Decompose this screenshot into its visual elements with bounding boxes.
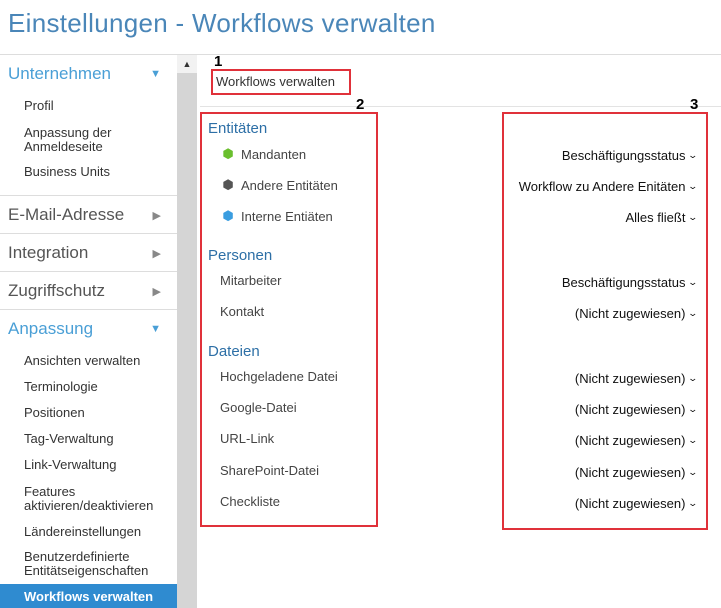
row-label: SharePoint-Datei (220, 463, 319, 478)
category-heading-entitaeten: Entitäten (208, 120, 268, 137)
sidebar-section-label: Zugriffschutz (8, 281, 106, 300)
sidebar-item-profil[interactable]: Profil (24, 99, 174, 113)
chevron-down-icon: ⌄ (687, 467, 699, 477)
workflow-dropdown-andere-entitaeten[interactable]: Workflow zu Andere Enitäten ⌄ (518, 179, 699, 194)
sidebar-item-business-units[interactable]: Business Units (24, 165, 174, 179)
sidebar-item-anpassung-anmeldeseite[interactable]: Anpassung der Anmeldeseite (24, 126, 174, 154)
sidebar-item-workflows-verwalten[interactable]: Workflows verwalten (0, 584, 177, 608)
workflow-dropdown-hochgeladene-datei[interactable]: (Nicht zugewiesen) ⌄ (574, 371, 699, 386)
hexagon-green-icon: ⬢ (222, 146, 234, 161)
workflow-dropdown-google-datei[interactable]: (Nicht zugewiesen) ⌄ (574, 402, 699, 417)
row-label: Interne Entiäten (241, 208, 333, 224)
chevron-down-icon: ⌄ (687, 212, 699, 222)
sidebar-section-label: E-Mail-Adresse (8, 205, 125, 224)
annotation-number-3: 3 (690, 96, 699, 113)
workflow-dropdown-kontakt[interactable]: (Nicht zugewiesen) ⌄ (574, 306, 699, 321)
row-label: Kontakt (220, 304, 265, 319)
category-heading-personen: Personen (208, 247, 273, 264)
row-label: Hochgeladene Datei (220, 369, 338, 384)
annotation-box-1 (211, 69, 351, 95)
dropdown-value: (Nicht zugewiesen) (574, 465, 686, 480)
triangle-down-icon: ▼ (150, 68, 161, 80)
workflow-dropdown-sharepoint-datei[interactable]: (Nicht zugewiesen) ⌄ (574, 465, 699, 480)
sidebar-section-email[interactable]: E-Mail-Adresse ▶ (0, 202, 177, 228)
hexagon-dark-icon: ⬢ (222, 177, 234, 192)
dropdown-value: (Nicht zugewiesen) (574, 433, 686, 448)
dropdown-value: Alles fließt (625, 210, 686, 225)
dropdown-value: Beschäftigungsstatus (561, 148, 686, 163)
dropdown-value: (Nicht zugewiesen) (574, 306, 686, 321)
chevron-down-icon: ⌄ (687, 308, 699, 318)
entity-row-sharepoint-datei: SharePoint-Datei (220, 463, 319, 478)
dropdown-value: (Nicht zugewiesen) (574, 496, 686, 511)
sidebar-item-ansichten[interactable]: Ansichten verwalten (24, 354, 174, 368)
triangle-right-icon: ▶ (152, 209, 161, 222)
page-title: Einstellungen - Workflows verwalten (8, 8, 436, 38)
workflow-dropdown-mandanten[interactable]: Beschäftigungsstatus ⌄ (561, 148, 699, 163)
sidebar-section-label: Integration (8, 243, 89, 262)
annotation-number-1: 1 (214, 53, 223, 70)
sidebar-divider (0, 233, 177, 234)
row-label: URL-Link (220, 431, 275, 446)
sidebar-section-anpassung[interactable]: Anpassung ▼ (0, 316, 177, 342)
sidebar-divider (0, 195, 177, 196)
entity-row-interne-entitaeten: ⬢ Interne Entiäten (220, 208, 333, 224)
dropdown-value: (Nicht zugewiesen) (574, 371, 686, 386)
sidebar-divider (0, 271, 177, 272)
sidebar-item-link-verwaltung[interactable]: Link-Verwaltung (24, 458, 174, 472)
sidebar-item-tag-verwaltung[interactable]: Tag-Verwaltung (24, 432, 174, 446)
dropdown-value: (Nicht zugewiesen) (574, 402, 686, 417)
sidebar-scrollbar[interactable]: ▲ (177, 55, 197, 608)
dropdown-value: Workflow zu Andere Enitäten (518, 179, 686, 194)
sidebar-item-positionen[interactable]: Positionen (24, 406, 174, 420)
sidebar-section-label: Unternehmen (8, 64, 112, 83)
sidebar-section-zugriffschutz[interactable]: Zugriffschutz ▶ (0, 278, 177, 304)
hexagon-blue-icon: ⬢ (222, 208, 234, 223)
sidebar-item-laendereinstellungen[interactable]: Ländereinstellungen (24, 525, 174, 539)
scroll-up-icon[interactable]: ▲ (177, 55, 197, 73)
triangle-right-icon: ▶ (152, 285, 161, 298)
sidebar-item-features[interactable]: Features aktivieren/deaktivieren (24, 485, 174, 513)
workflow-dropdown-interne-entitaeten[interactable]: Alles fließt ⌄ (625, 210, 699, 225)
row-label: Mandanten (241, 146, 307, 162)
row-label: Andere Entitäten (241, 177, 338, 193)
entity-row-mandanten: ⬢ Mandanten (220, 146, 306, 162)
row-label: Google-Datei (220, 400, 297, 415)
workflow-dropdown-mitarbeiter[interactable]: Beschäftigungsstatus ⌄ (561, 275, 699, 290)
sidebar-section-label: Anpassung (8, 319, 94, 338)
category-heading-dateien: Dateien (208, 343, 260, 360)
workflow-dropdown-url-link[interactable]: (Nicht zugewiesen) ⌄ (574, 433, 699, 448)
sidebar-section-integration[interactable]: Integration ▶ (0, 240, 177, 266)
chevron-down-icon: ⌄ (687, 373, 699, 383)
content-divider (200, 106, 721, 107)
chevron-down-icon: ⌄ (687, 277, 699, 287)
chevron-down-icon: ⌄ (687, 435, 699, 445)
row-label: Checkliste (220, 494, 280, 509)
chevron-down-icon: ⌄ (687, 181, 699, 191)
workflow-dropdown-checkliste[interactable]: (Nicht zugewiesen) ⌄ (574, 496, 699, 511)
sidebar-divider (0, 309, 177, 310)
entity-row-kontakt: Kontakt (220, 304, 264, 319)
chevron-down-icon: ⌄ (687, 404, 699, 414)
chevron-down-icon: ⌄ (687, 498, 699, 508)
dropdown-value: Beschäftigungsstatus (561, 275, 686, 290)
entity-row-checkliste: Checkliste (220, 494, 280, 509)
sidebar-section-unternehmen[interactable]: Unternehmen ▼ (0, 61, 177, 87)
entity-row-url-link: URL-Link (220, 431, 274, 446)
sidebar-item-terminologie[interactable]: Terminologie (24, 380, 174, 394)
row-label: Mitarbeiter (220, 273, 282, 288)
entity-row-andere-entitaeten: ⬢ Andere Entitäten (220, 177, 338, 193)
entity-row-hochgeladene-datei: Hochgeladene Datei (220, 369, 338, 384)
triangle-down-icon: ▼ (150, 323, 161, 335)
annotation-number-2: 2 (356, 96, 365, 113)
entity-row-mitarbeiter: Mitarbeiter (220, 273, 281, 288)
triangle-right-icon: ▶ (152, 247, 161, 260)
chevron-down-icon: ⌄ (687, 150, 699, 160)
sidebar-item-entitaetseigenschaften[interactable]: Benutzerdefinierte Entitätseigenschaften (24, 550, 174, 578)
entity-row-google-datei: Google-Datei (220, 400, 297, 415)
sidebar: Unternehmen ▼ Profil Anpassung der Anmel… (0, 55, 177, 608)
